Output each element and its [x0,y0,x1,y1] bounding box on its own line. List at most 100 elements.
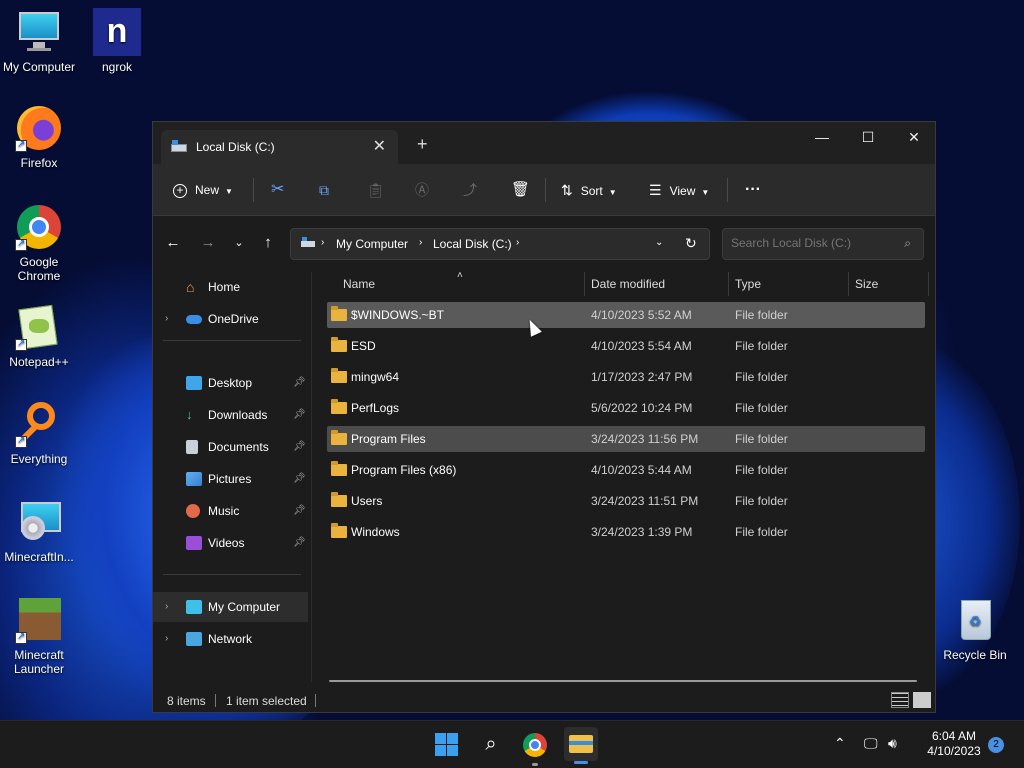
search-box[interactable]: ⌕ [722,228,924,260]
desktop-icon-chrome[interactable]: Google Chrome [0,203,78,283]
chrome-icon[interactable] [521,731,549,766]
column-divider[interactable] [848,272,849,296]
pin-icon[interactable]: 📌︎ [293,432,306,462]
rename-icon[interactable]: Ⓐ [415,164,429,216]
address-bar[interactable]: › My Computer › Local Disk (C:) › ⌄ ↻ [290,228,710,260]
delete-icon[interactable]: 🗑︎ [511,164,530,216]
show-hidden-icons-chevron-up-icon[interactable]: ⌃ [834,735,846,752]
sort-button[interactable]: ⇅ Sort ▼ [561,164,617,216]
nav-item-documents[interactable]: Documents 📌︎ [153,432,308,462]
view-button[interactable]: ☰ View ▼ [649,164,709,216]
up-arrow-icon[interactable]: ↑ [258,234,278,251]
clock[interactable]: 6:04 AM 4/10/2023 [916,729,992,759]
desktop-icon-minecraft-installer[interactable]: MinecraftIn... [0,498,78,564]
file-date: 5/6/2022 10:24 PM [591,401,693,415]
back-arrow-icon[interactable]: ← [163,234,183,251]
recent-locations-icon[interactable]: ⌄ [229,236,249,249]
paste-icon[interactable]: 📋︎ [367,164,385,216]
desktop-icon-my-computer[interactable]: My Computer [0,8,78,74]
desktop-icon-recycle-bin[interactable]: ♻ Recycle Bin [936,596,1014,662]
close-tab-icon[interactable]: ✕ [373,136,386,156]
chevron-down-icon[interactable]: ⌄ [655,237,663,248]
breadcrumb-local-disk[interactable]: Local Disk (C:) [433,237,512,251]
column-header-type[interactable]: Type [735,272,761,296]
command-bar: + New ▼ ✂ ⧉ 📋︎ Ⓐ ⤴ 🗑︎ ⇅ Sort ▼ ☰ View ▼ ··· [153,164,935,216]
cloud-icon [186,315,202,324]
desktop-icon-everything[interactable]: Everything [0,400,78,466]
nav-item-network[interactable]: › Network [153,624,308,654]
desktop-icon-notepadpp[interactable]: Notepad++ [0,303,78,369]
nav-item-music[interactable]: Music 📌︎ [153,496,308,526]
desktop-icon-ngrok[interactable]: n ngrok [78,8,156,74]
file-row-selected[interactable]: Program Files 3/24/2023 11:56 PM File fo… [327,426,925,452]
file-row[interactable]: ESD 4/10/2023 5:54 AM File folder [327,333,925,359]
search-icon: ⌕ [904,236,911,250]
nav-item-desktop[interactable]: Desktop 📌︎ [153,368,308,398]
file-name: Program Files (x86) [351,463,457,477]
file-row[interactable]: Windows 3/24/2023 1:39 PM File folder [327,519,925,545]
file-row[interactable]: Users 3/24/2023 11:51 PM File folder [327,488,925,514]
new-button[interactable]: + New ▼ [173,164,233,216]
pane-splitter[interactable] [311,272,312,682]
item-count: 8 items [167,694,206,708]
tab-title: Local Disk (C:) [196,140,275,154]
file-row[interactable]: $WINDOWS.~BT 4/10/2023 5:52 AM File fold… [327,302,925,328]
search-input[interactable] [731,236,891,250]
notepadpp-icon [15,303,63,351]
minimize-button[interactable]: — [799,122,845,154]
navigation-bar: ← → ⌄ ↑ › My Computer › Local Disk (C:) … [153,216,935,272]
nav-item-onedrive[interactable]: › OneDrive [153,304,308,334]
pin-icon[interactable]: 📌︎ [293,528,306,558]
network-icon[interactable]: 🖵︎ [864,735,878,752]
forward-arrow-icon[interactable]: → [198,234,218,251]
clock-time: 6:04 AM [931,729,977,743]
details-view-icon[interactable] [891,692,909,708]
new-tab-button[interactable]: + [417,134,428,155]
copy-icon[interactable]: ⧉ [319,164,329,216]
pin-icon[interactable]: 📌︎ [293,368,306,398]
file-row[interactable]: Program Files (x86) 4/10/2023 5:44 AM Fi… [327,457,925,483]
refresh-icon[interactable]: ↻ [685,235,697,252]
file-type: File folder [735,339,788,353]
desktop-icon-firefox[interactable]: Firefox [0,104,78,170]
column-divider[interactable] [928,272,929,296]
download-icon: ↓ [186,407,193,422]
nav-item-my-computer[interactable]: › My Computer [153,592,308,622]
maximize-button[interactable]: ☐ [845,122,891,154]
folder-icon [331,492,347,507]
file-row[interactable]: mingw64 1/17/2023 2:47 PM File folder [327,364,925,390]
column-header-size[interactable]: Size [855,272,878,296]
drive-icon [301,237,315,247]
nav-item-videos[interactable]: Videos 📌︎ [153,528,308,558]
folder-icon [331,523,347,538]
file-explorer-taskbar-icon[interactable] [564,727,598,764]
pin-icon[interactable]: 📌︎ [293,464,306,494]
pin-icon[interactable]: 📌︎ [293,496,306,526]
column-divider[interactable] [728,272,729,296]
file-row[interactable]: PerfLogs 5/6/2022 10:24 PM File folder [327,395,925,421]
more-options-button[interactable]: ··· [745,164,761,216]
volume-icon[interactable]: 🔊︎ [888,735,897,752]
start-button[interactable] [433,731,461,759]
column-divider[interactable] [584,272,585,296]
cut-icon[interactable]: ✂ [271,164,284,216]
chevron-right-icon: › [516,237,520,248]
notification-badge[interactable]: 2 [988,737,1004,753]
column-header-date[interactable]: Date modified [591,272,665,296]
file-name: $WINDOWS.~BT [351,308,445,322]
nav-item-pictures[interactable]: Pictures 📌︎ [153,464,308,494]
file-date: 4/10/2023 5:52 AM [591,308,692,322]
pin-icon[interactable]: 📌︎ [293,400,306,430]
nav-item-downloads[interactable]: ↓ Downloads 📌︎ [153,400,308,430]
column-header-name[interactable]: Name [343,272,375,296]
share-icon[interactable]: ⤴ [463,164,477,216]
close-window-button[interactable]: ✕ [891,122,937,154]
search-icon[interactable]: ⌕ [477,731,505,759]
nav-item-home[interactable]: ⌂ Home [153,272,308,302]
tab-local-disk[interactable]: Local Disk (C:) ✕ [161,130,398,164]
tiles-view-icon[interactable] [913,692,931,708]
breadcrumb-my-computer[interactable]: My Computer [336,237,408,251]
desktop-icon-minecraft-launcher[interactable]: Minecraft Launcher [0,596,78,676]
horizontal-scrollbar[interactable] [329,680,917,682]
file-name: ESD [351,339,376,353]
